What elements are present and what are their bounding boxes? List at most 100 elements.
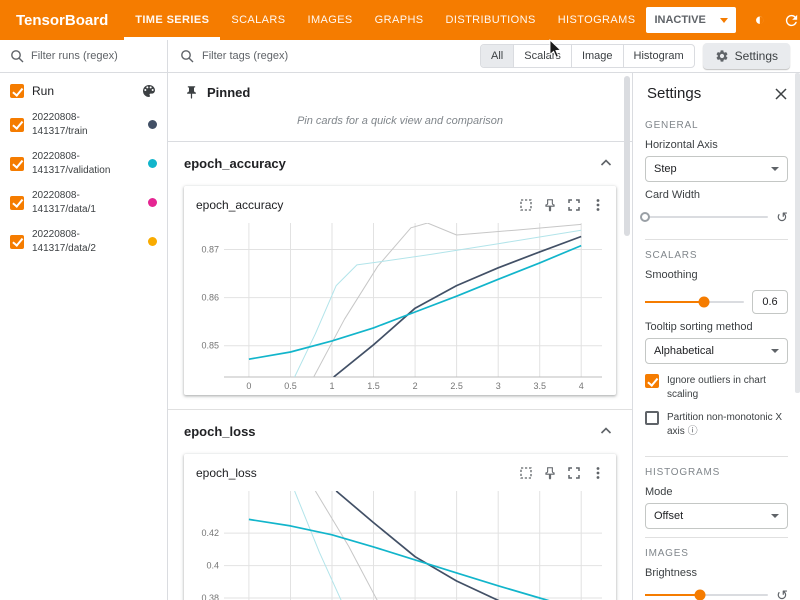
reset-icon[interactable]: ↺ — [776, 210, 788, 224]
fit-to-data-button[interactable] — [514, 193, 538, 217]
settings-scrollbar-thumb[interactable] — [795, 73, 800, 393]
epoch-loss-chart[interactable]: 00.511.522.533.540.360.380.40.42 — [184, 485, 616, 600]
main-nav: TIME SERIES SCALARS IMAGES GRAPHS DISTRI… — [124, 0, 646, 40]
run-item-train[interactable]: 20220808- 141317/train — [0, 105, 167, 144]
palette-icon[interactable] — [141, 83, 157, 99]
run-color-dot — [148, 198, 157, 207]
filter-all-button[interactable]: All — [481, 45, 513, 67]
tab-scalars[interactable]: SCALARS — [220, 0, 296, 40]
theme-toggle-icon[interactable]: ◐ — [746, 6, 774, 34]
tab-graphs[interactable]: GRAPHS — [364, 0, 435, 40]
chevron-down-icon — [771, 514, 779, 518]
svg-text:2.5: 2.5 — [450, 381, 463, 391]
tab-histograms[interactable]: HISTOGRAMS — [547, 0, 647, 40]
run-item-validation[interactable]: 20220808- 141317/validation — [0, 144, 167, 183]
svg-text:0: 0 — [246, 381, 251, 391]
pin-card-button[interactable] — [538, 193, 562, 217]
chevron-up-icon — [598, 423, 614, 439]
pin-outline-icon — [543, 466, 557, 480]
horizontal-axis-label: Horizontal Axis — [645, 139, 788, 151]
expand-card-button[interactable] — [562, 461, 586, 485]
settings-button[interactable]: Settings — [703, 43, 790, 69]
info-icon[interactable]: ⓘ — [688, 426, 698, 437]
card-title: epoch_accuracy — [196, 198, 514, 212]
ignore-outliers-checkbox[interactable] — [645, 374, 659, 388]
collapse-section-button[interactable] — [594, 419, 618, 443]
run-item-data-2[interactable]: 20220808- 141317/data/2 — [0, 222, 167, 261]
brightness-label: Brightness — [645, 567, 788, 579]
filter-scalars-button[interactable]: Scalars — [513, 45, 571, 67]
smoothing-label: Smoothing — [645, 269, 788, 281]
run-color-dot — [148, 159, 157, 168]
close-icon[interactable] — [774, 87, 788, 101]
slider-thumb[interactable] — [695, 590, 706, 600]
pinned-title: Pinned — [207, 85, 250, 100]
epoch-accuracy-chart[interactable]: 00.511.522.533.540.850.860.87 — [184, 217, 616, 395]
svg-text:0.5: 0.5 — [284, 381, 297, 391]
runs-filter-box — [0, 40, 167, 73]
more-options-button[interactable] — [586, 461, 610, 485]
ignore-outliers-label: Ignore outliers in chart scaling — [667, 374, 788, 401]
reload-status-value: INACTIVE — [654, 14, 705, 26]
chevron-down-icon — [771, 349, 779, 353]
tooltip-sorting-select[interactable]: Alphabetical — [645, 338, 788, 364]
runs-select-all-checkbox[interactable] — [10, 84, 24, 98]
svg-text:0.87: 0.87 — [201, 245, 219, 255]
tags-filter-input[interactable] — [202, 50, 314, 62]
svg-text:2: 2 — [413, 381, 418, 391]
fullscreen-icon — [567, 466, 581, 480]
settings-panel: Settings GENERAL Horizontal Axis Step Ca… — [632, 73, 800, 600]
kebab-menu-icon — [591, 198, 605, 212]
slider-thumb[interactable] — [699, 297, 710, 308]
run-checkbox[interactable] — [10, 157, 24, 171]
collapse-section-button[interactable] — [594, 151, 618, 175]
fit-to-data-button[interactable] — [514, 461, 538, 485]
run-item-data-1[interactable]: 20220808- 141317/data/1 — [0, 183, 167, 222]
svg-text:0.42: 0.42 — [201, 528, 219, 538]
chevron-down-icon — [720, 18, 728, 23]
run-checkbox[interactable] — [10, 118, 24, 132]
card-width-label: Card Width — [645, 189, 788, 201]
tab-images[interactable]: IMAGES — [296, 0, 363, 40]
search-icon — [10, 49, 24, 63]
runs-header-label: Run — [32, 84, 133, 98]
reset-icon[interactable]: ↺ — [776, 588, 788, 600]
chevron-up-icon — [598, 155, 614, 171]
svg-text:0.85: 0.85 — [201, 341, 219, 351]
tab-distributions[interactable]: DISTRIBUTIONS — [435, 0, 547, 40]
reload-status-select[interactable]: INACTIVE — [646, 7, 735, 33]
expand-card-button[interactable] — [562, 193, 586, 217]
filter-image-button[interactable]: Image — [571, 45, 623, 67]
horizontal-axis-select[interactable]: Step — [645, 156, 788, 182]
refresh-icon[interactable] — [778, 6, 800, 34]
svg-text:0.4: 0.4 — [206, 561, 219, 571]
svg-text:0.86: 0.86 — [201, 293, 219, 303]
run-checkbox[interactable] — [10, 235, 24, 249]
pin-card-button[interactable] — [538, 461, 562, 485]
section-title: epoch_loss — [184, 424, 256, 439]
smoothing-value-input[interactable] — [752, 290, 788, 314]
runs-filter-input[interactable] — [31, 50, 143, 62]
kebab-menu-icon — [591, 466, 605, 480]
svg-text:3: 3 — [496, 381, 501, 391]
smoothing-slider[interactable] — [645, 301, 744, 303]
card-width-slider[interactable] — [645, 216, 768, 218]
partition-x-axis-label: Partition non-monotonic X axis — [667, 412, 782, 437]
scrollbar-thumb[interactable] — [624, 76, 630, 236]
pin-icon — [184, 85, 199, 100]
filter-histogram-button[interactable]: Histogram — [623, 45, 694, 67]
tab-time-series[interactable]: TIME SERIES — [124, 0, 220, 40]
more-options-button[interactable] — [586, 193, 610, 217]
svg-text:4: 4 — [579, 381, 584, 391]
cards-scroll-area[interactable]: Pinned Pin cards for a quick view and co… — [168, 73, 632, 600]
header-actions: INACTIVE ◐ ⚙ ? — [646, 0, 800, 40]
brightness-slider[interactable] — [645, 594, 768, 596]
run-color-dot — [148, 120, 157, 129]
histogram-mode-select[interactable]: Offset — [645, 503, 788, 529]
main-scrollbar[interactable] — [623, 74, 631, 599]
slider-thumb[interactable] — [640, 212, 650, 222]
run-checkbox[interactable] — [10, 196, 24, 210]
tags-toolbar: All Scalars Image Histogram Settings — [168, 40, 800, 73]
content-row: Pinned Pin cards for a quick view and co… — [168, 73, 800, 600]
partition-x-axis-checkbox[interactable] — [645, 411, 659, 425]
